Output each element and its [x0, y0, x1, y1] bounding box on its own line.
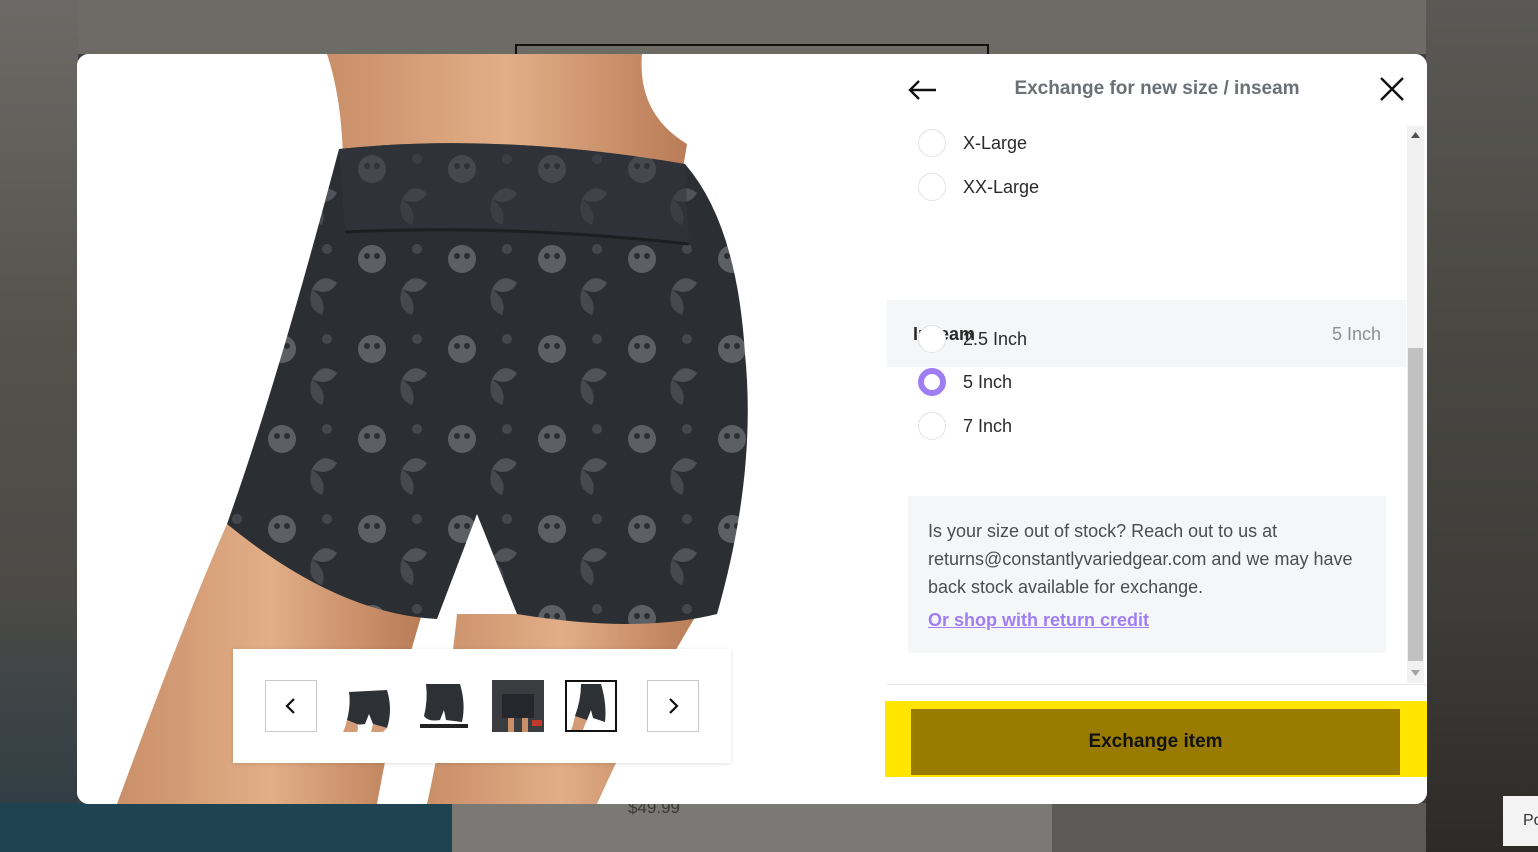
footer-divider — [887, 684, 1427, 685]
shop-with-credit-link[interactable]: Or shop with return credit — [928, 606, 1366, 634]
exchange-panel: Exchange for new size / inseam X-Large X… — [885, 54, 1427, 804]
out-of-stock-notice: Is your size out of stock? Reach out to … — [908, 496, 1386, 653]
panel-title: Exchange for new size / inseam — [1014, 78, 1300, 99]
exchange-item-button[interactable]: Exchange item — [911, 709, 1400, 775]
thumbnail-2[interactable] — [418, 680, 470, 732]
inseam-option-5-inch[interactable]: 5 Inch — [918, 368, 1012, 396]
back-button[interactable] — [907, 74, 939, 106]
scroll-down-button[interactable] — [1407, 664, 1424, 681]
arrow-left-icon — [908, 80, 936, 100]
option-label: 5 Inch — [963, 371, 1013, 392]
radio-button[interactable] — [918, 129, 946, 157]
thumbnail-strip — [233, 649, 731, 763]
inseam-option-7-inch[interactable]: 7 Inch — [918, 412, 1012, 440]
background-tile — [0, 803, 452, 852]
options-scroll-area[interactable]: X-Large XX-Large Inseam 5 Inch 2.5 Inch … — [887, 126, 1406, 681]
gallery-prev-button[interactable] — [265, 680, 317, 732]
product-gallery — [77, 54, 887, 804]
thumbnail-image — [492, 680, 544, 732]
thumbnail-4[interactable] — [565, 680, 617, 732]
option-label: X-Large — [963, 132, 1028, 153]
background-header-box — [515, 44, 989, 54]
size-option-x-large[interactable]: X-Large — [918, 129, 1027, 157]
triangle-up-icon — [1411, 131, 1420, 138]
triangle-down-icon — [1411, 669, 1420, 676]
background-photo-left — [0, 0, 78, 852]
background-photo-right — [1426, 0, 1538, 852]
inseam-option-2-5-inch[interactable]: 2.5 Inch — [918, 325, 1027, 353]
thumbnail-image — [343, 690, 390, 732]
notice-text: Is your size out of stock? Reach out to … — [928, 521, 1353, 597]
background-product-card — [452, 803, 1052, 852]
thumbnail-image — [420, 684, 468, 728]
close-icon — [1380, 77, 1404, 101]
radio-button[interactable] — [918, 325, 946, 353]
radio-button[interactable] — [918, 173, 946, 201]
panel-header: Exchange for new size / inseam — [887, 54, 1427, 126]
background-corner-button[interactable]: Po — [1503, 796, 1538, 846]
inseam-selected-value: 5 Inch — [1331, 324, 1381, 344]
thumbnail-1[interactable] — [343, 680, 395, 732]
option-label: 2.5 Inch — [963, 328, 1028, 349]
chevron-left-icon — [285, 698, 295, 714]
scrollbar-thumb[interactable] — [1408, 348, 1423, 661]
chevron-right-icon — [669, 698, 679, 714]
option-label: XX-Large — [963, 176, 1040, 197]
radio-button[interactable] — [918, 412, 946, 440]
radio-button-selected[interactable] — [918, 368, 946, 396]
thumbnail-image — [571, 684, 606, 730]
close-button[interactable] — [1377, 74, 1407, 104]
option-label: 7 Inch — [963, 415, 1013, 436]
exchange-modal: Exchange for new size / inseam X-Large X… — [77, 54, 1427, 804]
size-option-xx-large[interactable]: XX-Large — [918, 173, 1039, 201]
scroll-up-button[interactable] — [1407, 126, 1424, 143]
thumbnail-3[interactable] — [492, 680, 544, 732]
gallery-next-button[interactable] — [647, 680, 699, 732]
exchange-button-highlight: Exchange item — [885, 701, 1427, 777]
